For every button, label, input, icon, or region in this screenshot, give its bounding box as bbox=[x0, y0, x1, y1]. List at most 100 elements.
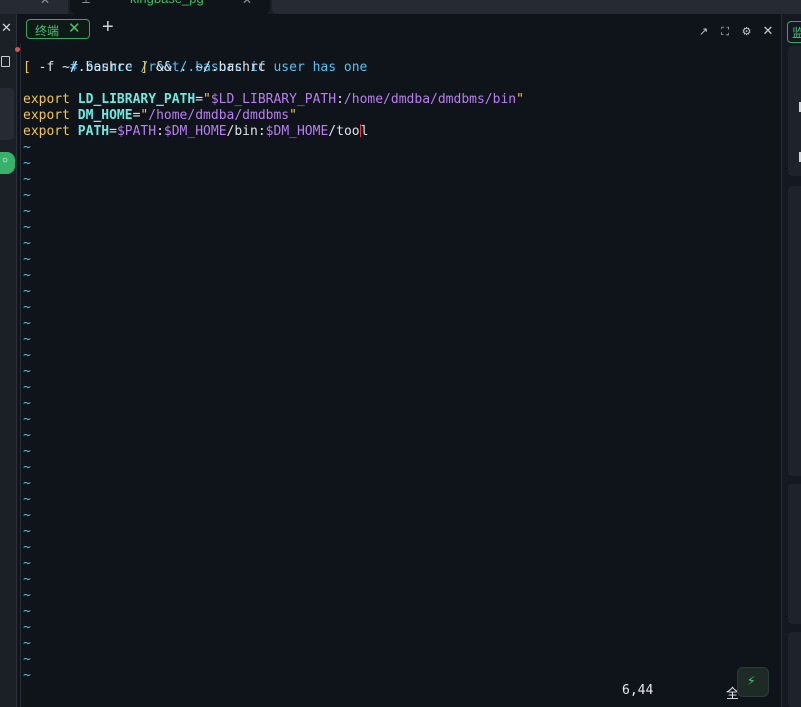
empty-line-tilde: ~ bbox=[23, 204, 31, 219]
lightning-icon: ⚡ bbox=[747, 673, 756, 689]
path-text: /bin bbox=[226, 124, 258, 139]
empty-line-tilde: ~ bbox=[23, 620, 31, 635]
empty-line-tilde: ~ bbox=[23, 188, 31, 203]
app-tab-previous[interactable]: ✕ bbox=[0, 0, 68, 14]
empty-line-tilde: ~ bbox=[23, 556, 31, 571]
app-tab-strip: ✕ ⟂ kingbase_pg ✕ bbox=[0, 0, 801, 14]
left-sidebar: ✕ ○ bbox=[0, 14, 17, 707]
terminal-editor[interactable]: # Source /root/.bashrc if user has one [… bbox=[15, 44, 781, 707]
empty-line-tilde: ~ bbox=[23, 268, 31, 283]
gear-icon[interactable]: ⚙ bbox=[741, 25, 753, 38]
empty-line-tilde: ~ bbox=[23, 172, 31, 187]
close-icon[interactable]: ✕ bbox=[242, 0, 252, 7]
empty-line-tilde: ~ bbox=[23, 140, 31, 155]
app-tab-next[interactable] bbox=[272, 0, 801, 14]
right-panel: 监 bbox=[781, 14, 801, 707]
status-circle-icon: ○ bbox=[2, 155, 9, 166]
tab-terminal[interactable]: 终端 ✕ bbox=[26, 19, 90, 39]
separator: : bbox=[156, 124, 164, 139]
quote: " bbox=[516, 92, 524, 107]
status-pill-button[interactable]: ○ bbox=[0, 152, 15, 174]
code-line-6: export PATH=$PATH:$DM_HOME/bin:$DM_HOME/… bbox=[23, 124, 368, 140]
code-text: -f ~/.bashrc bbox=[30, 60, 141, 75]
keyword: export bbox=[23, 92, 70, 107]
app-window: ✕ ⟂ kingbase_pg ✕ ✕ ○ 终端 ✕ + ↗ ⛶ ⚙ ✕ bbox=[0, 0, 801, 707]
modified-indicator bbox=[15, 47, 20, 52]
empty-line-tilde: ~ bbox=[23, 476, 31, 491]
empty-line-tilde: ~ bbox=[23, 332, 31, 347]
app-tab-label: kingbase_pg bbox=[130, 0, 204, 6]
external-link-icon[interactable]: ↗ bbox=[698, 25, 710, 38]
quote: " bbox=[203, 92, 211, 107]
close-icon[interactable]: ✕ bbox=[762, 23, 774, 39]
code-line-2: [ -f ~/.bashrc ] && . ~/.bashrc bbox=[23, 60, 266, 76]
empty-line-tilde: ~ bbox=[23, 428, 31, 443]
empty-line-tilde: ~ bbox=[23, 572, 31, 587]
cursor-position: 6,44 bbox=[622, 683, 654, 698]
close-icon[interactable]: ✕ bbox=[1, 20, 12, 36]
operator: = bbox=[109, 124, 117, 139]
empty-line-tilde: ~ bbox=[23, 220, 31, 235]
separator: : bbox=[257, 124, 266, 139]
expand-icon[interactable]: ⛶ bbox=[719, 26, 731, 39]
operator: = bbox=[195, 92, 204, 107]
empty-line-tilde: ~ bbox=[23, 396, 31, 411]
empty-line-tilde: ~ bbox=[23, 348, 31, 363]
tab-terminal-label: 终端 bbox=[35, 24, 60, 38]
panel-card[interactable] bbox=[788, 186, 801, 476]
path-text: l bbox=[360, 124, 369, 139]
path-text: /home/dmdba/dmdbms/bin bbox=[343, 92, 517, 107]
path-text: /too bbox=[328, 124, 360, 139]
panel-card[interactable] bbox=[788, 632, 801, 707]
panel-card[interactable] bbox=[788, 484, 801, 624]
code-line-4: export LD_LIBRARY_PATH="$LD_LIBRARY_PATH… bbox=[23, 92, 524, 108]
empty-line-tilde: ~ bbox=[23, 156, 31, 171]
tab-monitor-label: 监 bbox=[792, 26, 801, 40]
variable-ref: $DM_HOME bbox=[163, 124, 227, 139]
quick-action-button[interactable]: ⚡ bbox=[737, 667, 769, 697]
empty-line-tilde: ~ bbox=[23, 492, 31, 507]
tab-monitor[interactable]: 监 bbox=[787, 21, 801, 43]
variable-ref: $DM_HOME bbox=[265, 124, 329, 139]
bracket: [ bbox=[23, 60, 31, 75]
terminal-header: 终端 ✕ + ↗ ⛶ ⚙ ✕ bbox=[18, 14, 780, 44]
empty-line-tilde: ~ bbox=[23, 316, 31, 331]
empty-line-tilde: ~ bbox=[23, 252, 31, 267]
separator: : bbox=[336, 92, 344, 107]
empty-line-tilde: ~ bbox=[23, 636, 31, 651]
empty-line-tilde: ~ bbox=[23, 380, 31, 395]
variable: PATH bbox=[77, 124, 110, 139]
empty-line-tilde: ~ bbox=[23, 524, 31, 539]
empty-line-tilde: ~ bbox=[23, 236, 31, 251]
code-text: && . ~/.bashrc bbox=[148, 60, 266, 75]
sidebar-card[interactable] bbox=[0, 88, 14, 140]
variable: LD_LIBRARY_PATH bbox=[77, 92, 196, 107]
empty-line-tilde: ~ bbox=[23, 284, 31, 299]
code-line-1: # Source /root/.bashrc if user has one bbox=[23, 44, 367, 75]
empty-line-tilde: ~ bbox=[23, 364, 31, 379]
empty-line-tilde: ~ bbox=[23, 604, 31, 619]
variable-ref: $LD_LIBRARY_PATH bbox=[210, 92, 337, 107]
empty-line-tilde: ~ bbox=[23, 540, 31, 555]
empty-line-tilde: ~ bbox=[23, 508, 31, 523]
empty-line-tilde: ~ bbox=[23, 444, 31, 459]
empty-line-tilde: ~ bbox=[23, 668, 31, 683]
path-text: /home/dmdba/dmdbms bbox=[148, 108, 290, 123]
pin-icon[interactable]: ⟂ bbox=[82, 0, 90, 7]
keyword: export bbox=[23, 124, 70, 139]
add-tab-button[interactable]: + bbox=[102, 16, 114, 39]
quote: " bbox=[289, 108, 297, 123]
close-icon[interactable]: ✕ bbox=[68, 19, 81, 37]
keyword: export bbox=[23, 108, 70, 123]
terminal-header-actions: ↗ ⛶ ⚙ ✕ bbox=[693, 22, 774, 40]
code-line-5: export DM_HOME="/home/dmdba/dmdbms" bbox=[23, 108, 297, 124]
variable: DM_HOME bbox=[77, 108, 133, 123]
empty-line-tilde: ~ bbox=[23, 300, 31, 315]
close-icon[interactable]: ✕ bbox=[40, 0, 50, 7]
app-tab-kingbase[interactable]: ⟂ kingbase_pg ✕ bbox=[70, 0, 270, 14]
file-icon[interactable] bbox=[1, 56, 10, 67]
empty-line-tilde: ~ bbox=[23, 588, 31, 603]
empty-line-tilde: ~ bbox=[23, 412, 31, 427]
variable-ref: $PATH bbox=[116, 124, 157, 139]
empty-line-tilde: ~ bbox=[23, 652, 31, 667]
